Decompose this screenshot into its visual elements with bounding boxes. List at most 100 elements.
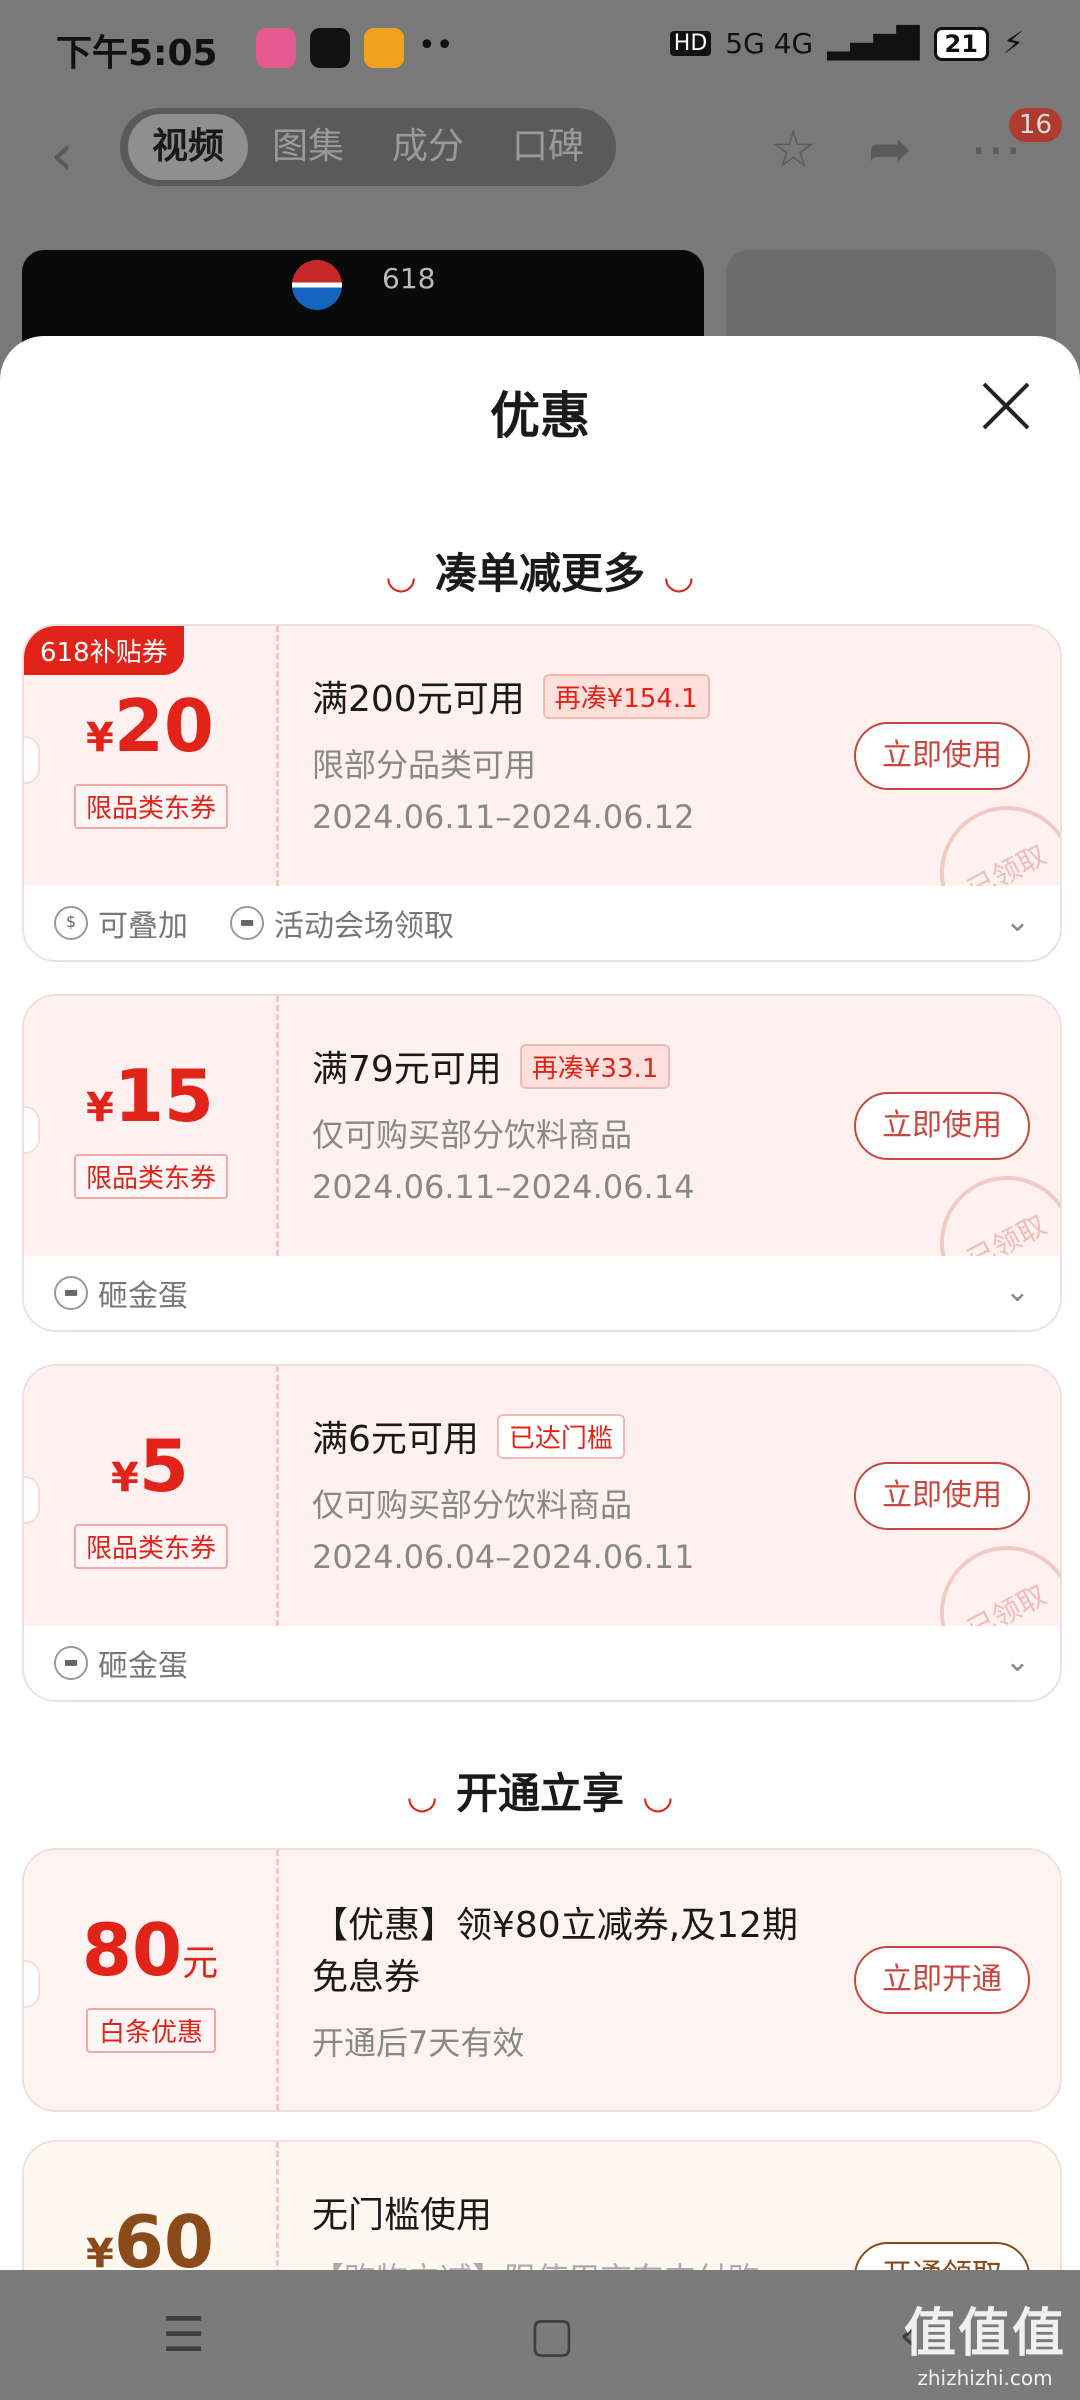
coupon-amount: ¥15 [85, 1054, 215, 1138]
stackable-icon: $ [54, 906, 88, 940]
use-now-button[interactable]: 立即使用 [854, 1092, 1030, 1160]
ticket-icon: ▬ [230, 906, 264, 940]
offer-amount: 80元 [81, 1908, 219, 1992]
tab-video[interactable]: 视频 [128, 114, 248, 180]
ticket-icon: ▬ [54, 1646, 88, 1680]
ticket-icon: ▬ [54, 1276, 88, 1310]
tab-gallery[interactable]: 图集 [248, 114, 368, 180]
coupon-card: ¥20 限品类东券 618补贴券 满200元可用 再凑¥154.1 限部分品类可用… [22, 624, 1062, 962]
menu-icon[interactable]: ☰ [162, 2307, 205, 2363]
close-icon[interactable] [976, 376, 1036, 436]
coupon-body: ¥20 限品类东券 618补贴券 满200元可用 再凑¥154.1 限部分品类可用… [24, 626, 1060, 960]
coupon-value-area: ¥5 限品类东券 [24, 1366, 279, 1626]
tiktok-icon [310, 28, 350, 68]
coupon-footer-text: 可叠加 [98, 909, 188, 944]
section-title: 凑单减更多 [434, 549, 645, 598]
coupon-footer[interactable]: ▬ 砸金蛋 ⌄ [24, 1256, 1060, 1330]
chevron-down-icon[interactable]: ⌄ [1005, 1274, 1030, 1309]
coupon-amount: ¥20 [85, 684, 215, 768]
coupon-notch [24, 736, 40, 784]
system-nav-bar: ☰ ▢ ‹ 值值值 zhizhizhi.com [0, 2270, 1080, 2400]
coupon-type-tag: 限品类东券 [74, 1524, 228, 1569]
coupon-footer[interactable]: $ 可叠加 ▬ 活动会场领取 ⌄ [24, 886, 1060, 960]
background-page: 下午5:05 •• HD 5G 4G ▂▄▆█ 21 ⚡ ‹ 视频 图集 成分 … [0, 0, 1080, 380]
coupon-card: ¥5 限品类东券 满6元可用 已达门槛 仅可购买部分饮料商品 2024.06.04… [22, 1364, 1062, 1702]
more-dots-icon: •• [418, 28, 454, 63]
tab-reviews[interactable]: 口碑 [488, 114, 608, 180]
network-label: 5G 4G [725, 27, 814, 60]
section-header-activate: ◡ 开通立享 ◡ [0, 1760, 1080, 1821]
app-icon [256, 28, 296, 68]
coupon-condition: 满200元可用 再凑¥154.1 [312, 670, 710, 722]
coupon-type-tag: 限品类东券 [74, 1154, 228, 1199]
coupon-value-area: ¥15 限品类东券 [24, 996, 279, 1256]
home-icon[interactable]: ▢ [529, 2307, 574, 2363]
share-icon[interactable]: ➦ [868, 120, 912, 180]
sheet-title: 优惠 [490, 387, 590, 445]
coupon-footer[interactable]: ▬ 砸金蛋 ⌄ [24, 1626, 1060, 1700]
coupon-scope: 仅可购买部分饮料商品 [312, 1116, 633, 1154]
use-now-button[interactable]: 立即使用 [854, 722, 1030, 790]
offer-validity: 开通后7天有效 [312, 2024, 525, 2062]
coupon-notch [24, 1960, 40, 2008]
hd-icon: HD [669, 31, 712, 56]
smile-icon: ◡ [408, 1776, 436, 1817]
status-right: HD 5G 4G ▂▄▆█ 21 ⚡ [669, 26, 1024, 61]
smile-icon: ◡ [644, 1776, 672, 1817]
coupon-card: ¥15 限品类东券 满79元可用 再凑¥33.1 仅可购买部分饮料商品 2024.… [22, 994, 1062, 1332]
charging-icon: ⚡ [1002, 26, 1024, 61]
coupon-body: ¥5 限品类东券 满6元可用 已达门槛 仅可购买部分饮料商品 2024.06.04… [24, 1366, 1060, 1700]
coupon-footer-text: 砸金蛋 [98, 1649, 188, 1684]
coupon-validity: 2024.06.04–2024.06.11 [312, 1538, 695, 1576]
offer-title: 【优惠】领¥80立减券,及12期 [312, 1905, 798, 1946]
coupon-footer-text: 活动会场领取 [274, 909, 454, 944]
threshold-chip: 已达门槛 [496, 1413, 625, 1459]
coupon-condition: 满79元可用 再凑¥33.1 [312, 1040, 671, 1092]
subsidy-ribbon: 618补贴券 [24, 626, 184, 675]
back-icon[interactable]: ‹ [50, 120, 74, 190]
chevron-down-icon[interactable]: ⌄ [1005, 904, 1030, 939]
use-now-button[interactable]: 立即使用 [854, 1462, 1030, 1530]
offer-type-tag: 白条优惠 [86, 2008, 216, 2053]
coupon-type-tag: 限品类东券 [74, 784, 228, 829]
activate-now-button[interactable]: 立即开通 [854, 1946, 1030, 2014]
battery-level: 21 [933, 26, 989, 61]
media-tabs: 视频 图集 成分 口碑 [120, 108, 616, 186]
status-app-icons: •• [256, 28, 453, 68]
status-time: 下午5:05 [56, 33, 218, 74]
section-header-combine: ◡ 凑单减更多 ◡ [0, 540, 1080, 601]
watermark-url: zhizhizhi.com [917, 2366, 1053, 2390]
gap-chip: 再凑¥154.1 [542, 673, 710, 719]
coupon-validity: 2024.06.11–2024.06.12 [312, 798, 695, 836]
coupon-notch [24, 1476, 40, 1524]
offer-title: 无门槛使用 [312, 2195, 493, 2236]
offer-title-line2: 免息券 [312, 1957, 421, 1998]
section-title: 开通立享 [455, 1769, 624, 1818]
notification-badge: 16 [1008, 108, 1062, 142]
offer-desc: 【购物立减】限使用京东支付购 [312, 2254, 760, 2270]
offer-body: 80元 白条优惠 【优惠】领¥80立减券,及12期 免息券 开通后7天有效 立即… [24, 1850, 1060, 2110]
chevron-down-icon[interactable]: ⌄ [1005, 1644, 1030, 1679]
tab-ingredients[interactable]: 成分 [368, 114, 488, 180]
pepsi-logo-icon [292, 260, 342, 310]
offer-value-area: 80元 白条优惠 [24, 1850, 279, 2110]
coupon-body: ¥15 限品类东券 满79元可用 再凑¥33.1 仅可购买部分饮料商品 2024.… [24, 996, 1060, 1330]
coupon-validity: 2024.06.11–2024.06.14 [312, 1168, 695, 1206]
coupon-sheet: 优惠 ◡ 凑单减更多 ◡ ¥20 限品类东券 618补贴券 满200元可用 再凑¥15… [0, 336, 1080, 2270]
video-app-icon [364, 28, 404, 68]
watermark-logo: 值值值 [903, 2304, 1066, 2364]
coupon-scope: 仅可购买部分饮料商品 [312, 1486, 633, 1524]
coupon-notch [24, 1106, 40, 1154]
coupon-scope: 限部分品类可用 [312, 746, 537, 784]
offer-card: ¥60 无门槛使用 【购物立减】限使用京东支付购 开通领取 [22, 2140, 1062, 2270]
offer-value-area: ¥60 [24, 2142, 279, 2270]
watermark: 值值值 zhizhizhi.com [904, 2291, 1066, 2390]
coupon-amount: ¥5 [111, 1424, 189, 1508]
smile-icon: ◡ [387, 556, 415, 597]
activate-claim-button[interactable]: 开通领取 [854, 2242, 1030, 2270]
offer-card: 80元 白条优惠 【优惠】领¥80立减券,及12期 免息券 开通后7天有效 立即… [22, 1848, 1062, 2112]
favorite-star-icon[interactable]: ☆ [770, 120, 817, 180]
coupon-footer-text: 砸金蛋 [98, 1279, 188, 1314]
coupon-condition: 满6元可用 已达门槛 [312, 1410, 625, 1462]
anniversary-badge: 618 [382, 262, 436, 295]
